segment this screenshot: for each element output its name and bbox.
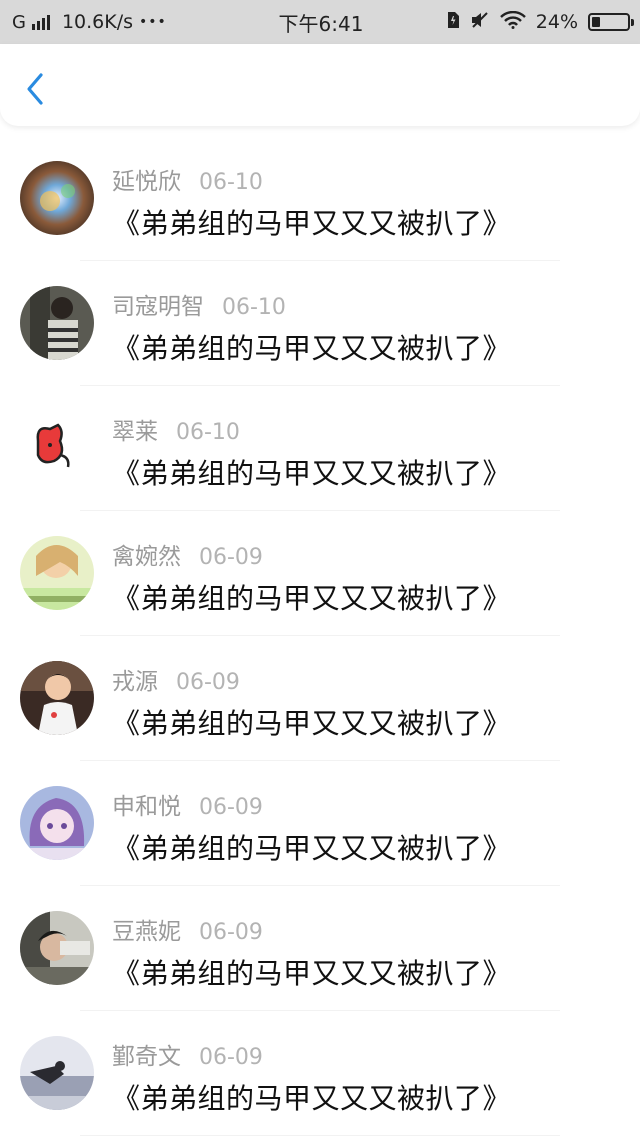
battery-icon — [588, 13, 634, 31]
message-text: 《弟弟组的马甲又又又被扒了》 — [112, 1082, 512, 1115]
message-text: 《弟弟组的马甲又又又被扒了》 — [112, 957, 512, 990]
message-text: 《弟弟组的马甲又又又被扒了》 — [112, 832, 512, 865]
message-text: 《弟弟组的马甲又又又被扒了》 — [112, 457, 512, 490]
sender-name: 豆燕妮 — [112, 919, 181, 945]
message-date: 06-09 — [199, 545, 263, 570]
sim-card-icon — [446, 11, 460, 34]
message-text: 《弟弟组的马甲又又又被扒了》 — [112, 582, 512, 615]
message-date: 06-10 — [176, 420, 240, 445]
message-meta: 禽婉然 06-09 — [112, 537, 263, 571]
battery-percent: 24% — [535, 11, 578, 33]
list-item[interactable]: 司寇明智 06-10 《弟弟组的马甲又又又被扒了》 — [0, 261, 640, 386]
sender-name: 禽婉然 — [112, 544, 181, 570]
message-meta: 翠莱 06-10 — [112, 412, 240, 446]
message-text: 《弟弟组的马甲又又又被扒了》 — [112, 707, 512, 740]
sender-name: 延悦欣 — [112, 169, 181, 195]
status-left: G 10.6K/s ••• — [12, 11, 252, 33]
avatar[interactable] — [20, 1036, 94, 1110]
chevron-left-icon — [27, 73, 43, 105]
message-date: 06-09 — [199, 1045, 263, 1070]
status-bar: G 10.6K/s ••• 下午6:41 24% — [0, 0, 640, 44]
battery-level — [592, 17, 600, 27]
message-date: 06-09 — [199, 920, 263, 945]
avatar[interactable] — [20, 786, 94, 860]
mute-icon — [470, 11, 490, 34]
message-meta: 司寇明智 06-10 — [112, 287, 286, 321]
network-speed: 10.6K/s — [61, 11, 134, 33]
list-item[interactable]: 延悦欣 06-10 《弟弟组的马甲又又又被扒了》 — [0, 136, 640, 261]
avatar[interactable] — [20, 161, 94, 235]
network-type: G — [12, 11, 26, 33]
message-date: 06-10 — [222, 295, 286, 320]
nav-bar — [0, 44, 640, 126]
list-item[interactable]: 禽婉然 06-09 《弟弟组的马甲又又又被扒了》 — [0, 511, 640, 636]
sender-name: 申和悦 — [112, 794, 181, 820]
more-dots: ••• — [139, 14, 167, 30]
list-item[interactable]: 申和悦 06-09 《弟弟组的马甲又又又被扒了》 — [0, 761, 640, 886]
signal-bars-icon — [31, 14, 50, 30]
avatar[interactable] — [20, 286, 94, 360]
message-date: 06-09 — [199, 795, 263, 820]
sender-name: 戎源 — [112, 669, 158, 695]
sender-name: 鄞奇文 — [112, 1044, 181, 1070]
message-meta: 申和悦 06-09 — [112, 787, 263, 821]
avatar[interactable] — [20, 536, 94, 610]
sender-name: 司寇明智 — [112, 294, 204, 320]
message-text: 《弟弟组的马甲又又又被扒了》 — [112, 332, 512, 365]
avatar[interactable] — [20, 411, 94, 485]
message-date: 06-09 — [176, 670, 240, 695]
sender-name: 翠莱 — [112, 419, 158, 445]
clock: 下午6:41 — [278, 11, 364, 36]
list-item[interactable]: 豆燕妮 06-09 《弟弟组的马甲又又又被扒了》 — [0, 886, 640, 1011]
message-meta: 戎源 06-09 — [112, 662, 240, 696]
list-item[interactable]: 翠莱 06-10 《弟弟组的马甲又又又被扒了》 — [0, 386, 640, 511]
list-item[interactable]: 戎源 06-09 《弟弟组的马甲又又又被扒了》 — [0, 636, 640, 761]
message-date: 06-10 — [199, 170, 263, 195]
message-meta: 鄞奇文 06-09 — [112, 1037, 263, 1071]
message-text: 《弟弟组的马甲又又又被扒了》 — [112, 207, 512, 240]
message-list: 延悦欣 06-10 《弟弟组的马甲又又又被扒了》 司寇明智 06-10 《弟弟组… — [0, 136, 640, 1136]
avatar[interactable] — [20, 661, 94, 735]
avatar[interactable] — [20, 911, 94, 985]
message-meta: 豆燕妮 06-09 — [112, 912, 263, 946]
message-meta: 延悦欣 06-10 — [112, 162, 263, 196]
status-right: 24% — [390, 10, 634, 34]
list-item[interactable]: 鄞奇文 06-09 《弟弟组的马甲又又又被扒了》 — [0, 1011, 640, 1136]
back-button[interactable] — [18, 70, 52, 108]
wifi-icon — [499, 10, 526, 34]
